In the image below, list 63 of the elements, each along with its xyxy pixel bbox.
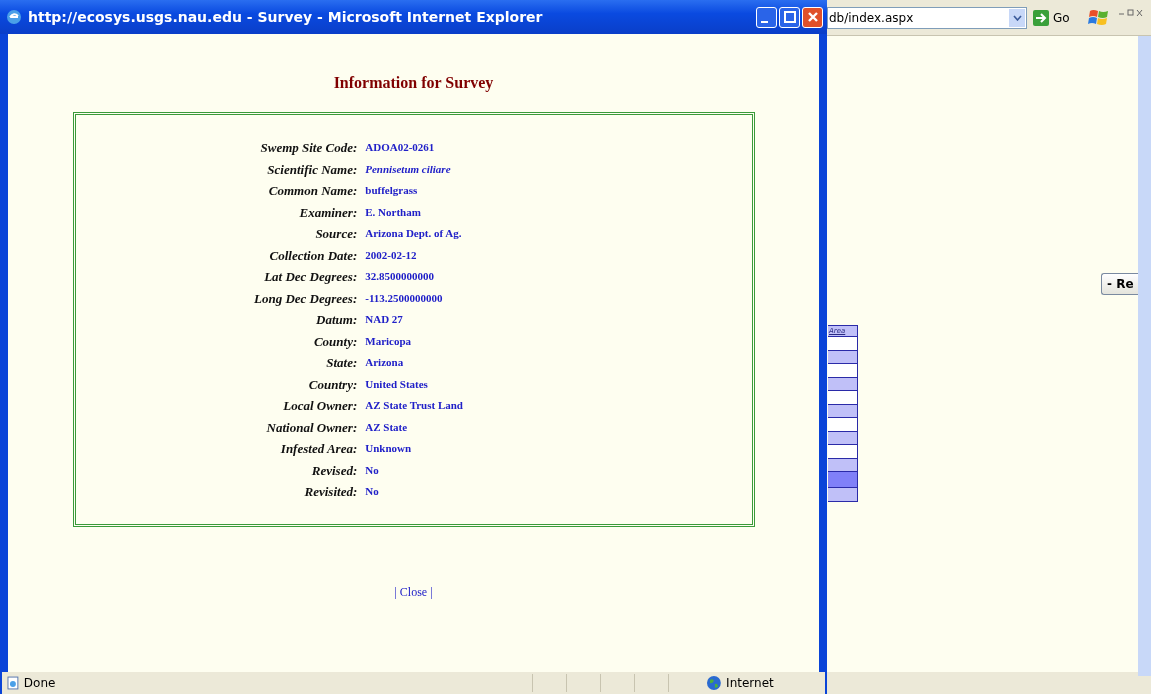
zone-text: Internet [726, 676, 775, 690]
field-label: State: [325, 355, 358, 371]
table-row[interactable] [828, 445, 858, 459]
close-button[interactable] [802, 6, 823, 28]
field-label: Scientific Name: [266, 161, 358, 177]
field-value: AZ State [365, 419, 409, 435]
scrollbar[interactable] [1138, 36, 1151, 676]
table-row[interactable] [828, 488, 858, 502]
address-field[interactable]: db/index.aspx [827, 6, 1027, 29]
field-value: 32.8500000000 [365, 269, 435, 284]
field-value: 2002-02-12 [365, 247, 418, 263]
field-label: County: [312, 333, 358, 349]
field-label: Revisited: [303, 484, 358, 500]
field-value: ADOA02-0261 [365, 140, 436, 155]
status-text: Done [23, 676, 57, 690]
page-icon [6, 676, 20, 690]
field-value: Arizona [365, 355, 405, 370]
field-label: Common Name: [267, 183, 358, 199]
arrow-icon [1033, 9, 1049, 26]
field-label: Country: [307, 376, 358, 392]
field-label: Swemp Site Code: [259, 140, 358, 156]
field-label: Collection Date: [268, 247, 358, 263]
minimize-button[interactable] [756, 6, 777, 28]
windows-flag-icon [1087, 7, 1110, 28]
field-label: Revised: [310, 462, 358, 478]
field-label: Datum: [315, 312, 358, 328]
maximize-button[interactable] [779, 6, 800, 28]
window-title: http://ecosys.usgs.nau.edu - Survey - Microsoft Internet Explorer [28, 9, 544, 25]
field-label: Local Owner: [282, 398, 358, 414]
field-value: No [365, 462, 380, 478]
field-value: AZ State Trust Land [365, 398, 463, 413]
browser-icon [6, 9, 22, 25]
field-value: E. Northam [365, 204, 422, 220]
close-link[interactable]: | Close | [394, 585, 433, 600]
table-row[interactable] [828, 364, 858, 378]
dropdown-button[interactable] [1009, 8, 1025, 27]
field-label: Lat Dec Degrees: [263, 269, 358, 285]
field-value: -113.2500000000 [365, 290, 444, 306]
page-heading: Information for Survey [333, 74, 494, 92]
field-label: Source: [314, 226, 358, 242]
field-label: Examiner: [298, 204, 358, 220]
field-value: Maricopa [365, 333, 413, 349]
field-value: United States [365, 376, 429, 392]
field-value: NAD 27 [365, 312, 404, 327]
table-row[interactable] [828, 337, 858, 351]
field-value: Unknown [365, 441, 413, 456]
table-row[interactable] [828, 391, 858, 405]
close-icon [806, 11, 819, 23]
field-label: Long Dec Degrees: [254, 290, 358, 306]
field-value: buffelgrass [365, 183, 419, 198]
field-value: Arizona Dept. of Ag. [365, 226, 463, 241]
field-label: National Owner: [265, 419, 358, 435]
table-row[interactable] [828, 418, 858, 432]
caret-icon [1012, 14, 1022, 21]
minimize-icon [761, 20, 768, 23]
field-value: No [365, 484, 380, 499]
maximize-icon [783, 11, 796, 23]
reset-button[interactable]: - Re [1101, 273, 1138, 295]
globe-icon [706, 675, 723, 691]
go-button[interactable]: Go [1033, 9, 1070, 26]
window-controls-icon[interactable] [1117, 8, 1144, 18]
field-value: Pennisetum ciliare [365, 161, 452, 177]
field-label: Infested Area: [279, 441, 358, 457]
